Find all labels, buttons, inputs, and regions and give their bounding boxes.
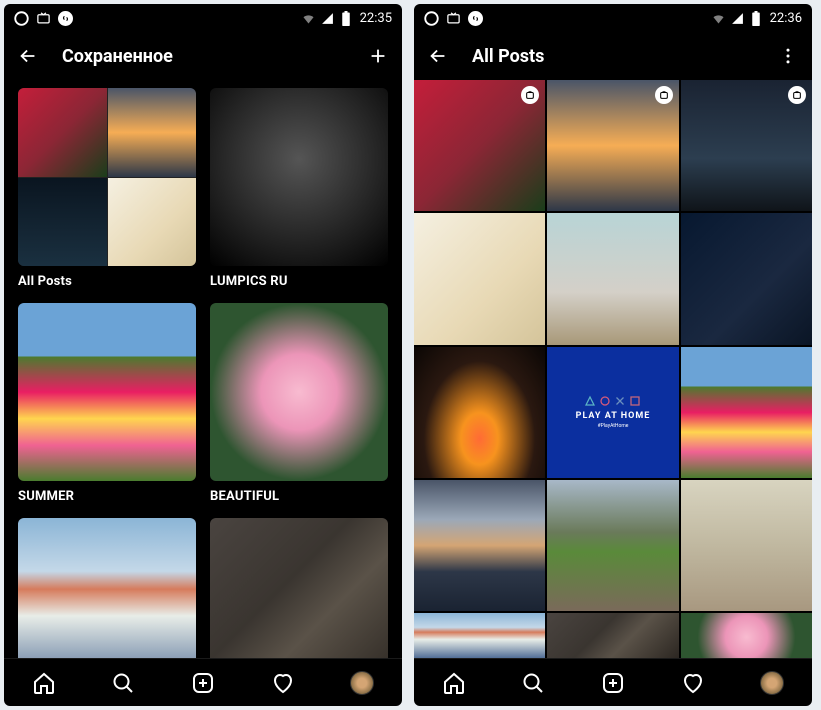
bottom-nav: [414, 658, 812, 706]
collection-summer[interactable]: SUMMER: [18, 303, 196, 504]
post-item[interactable]: [414, 347, 545, 478]
post-item[interactable]: [414, 80, 545, 211]
collection-label: LUMPICS RU: [210, 274, 388, 289]
igtv-icon: [521, 86, 539, 104]
wifi-icon: [301, 11, 316, 26]
collections-content: All Posts LUMPICS RU SUMMER BEAUTIFUL: [4, 80, 402, 658]
collection-thumb: [18, 88, 196, 266]
post-item[interactable]: [547, 80, 678, 211]
posts-grid: PLAY AT HOME #PlayAtHome: [414, 80, 812, 658]
collection-thumb: [210, 518, 388, 658]
status-time: 22:35: [360, 11, 392, 26]
post-item-playstation[interactable]: PLAY AT HOME #PlayAtHome: [547, 347, 678, 478]
post-item[interactable]: [681, 613, 812, 658]
nav-home[interactable]: [30, 669, 58, 697]
back-button[interactable]: [426, 44, 450, 68]
collection-beautiful[interactable]: BEAUTIFUL: [210, 303, 388, 504]
nav-add[interactable]: [189, 669, 217, 697]
status-bar: 22:36: [414, 4, 812, 32]
nav-activity[interactable]: [269, 669, 297, 697]
collection-thumb: [210, 303, 388, 481]
status-time: 22:36: [770, 11, 802, 26]
more-button[interactable]: [776, 44, 800, 68]
collection-thumb: [18, 518, 196, 658]
status-right: 22:36: [711, 11, 802, 26]
collection-thumb: [18, 303, 196, 481]
signal-icon: [730, 11, 745, 26]
status-right: 22:35: [301, 11, 392, 26]
post-item[interactable]: [681, 80, 812, 211]
ps-tag: #PlayAtHome: [598, 423, 629, 429]
posts-content: PLAY AT HOME #PlayAtHome: [414, 80, 812, 658]
back-button[interactable]: [16, 44, 40, 68]
collection-label: All Posts: [18, 274, 196, 289]
phone-left: 22:35 Сохраненное All Posts LUMPICS RU: [4, 4, 402, 706]
post-item[interactable]: [414, 480, 545, 611]
igtv-icon: [788, 86, 806, 104]
nav-profile[interactable]: [348, 669, 376, 697]
avatar-icon: [350, 671, 374, 695]
shazam-icon: [58, 11, 73, 26]
post-item[interactable]: [681, 213, 812, 344]
collection-lumpics[interactable]: LUMPICS RU: [210, 88, 388, 289]
nav-activity[interactable]: [679, 669, 707, 697]
nav-add[interactable]: [599, 669, 627, 697]
nav-profile[interactable]: [758, 669, 786, 697]
post-item[interactable]: [547, 613, 678, 658]
ps-shapes-icon: [584, 395, 641, 407]
post-item[interactable]: [414, 213, 545, 344]
post-item[interactable]: [547, 213, 678, 344]
collection-label: BEAUTIFUL: [210, 489, 388, 504]
tv-icon: [446, 11, 461, 26]
shazam-icon: [468, 11, 483, 26]
app-header: All Posts: [414, 32, 812, 80]
post-item[interactable]: [547, 480, 678, 611]
nav-search[interactable]: [519, 669, 547, 697]
status-left: [14, 11, 73, 26]
app-header: Сохраненное: [4, 32, 402, 80]
post-item[interactable]: [681, 347, 812, 478]
wifi-icon: [711, 11, 726, 26]
status-bar: 22:35: [4, 4, 402, 32]
page-title: Сохраненное: [62, 46, 366, 67]
battery-icon: [339, 11, 354, 26]
bottom-nav: [4, 658, 402, 706]
nav-search[interactable]: [109, 669, 137, 697]
phone-right: 22:36 All Posts PLAY AT HOME #: [414, 4, 812, 706]
ps-title: PLAY AT HOME: [576, 411, 651, 421]
tv-icon: [36, 11, 51, 26]
collection-label: SUMMER: [18, 489, 196, 504]
collections-grid: All Posts LUMPICS RU SUMMER BEAUTIFUL: [4, 80, 402, 658]
battery-icon: [749, 11, 764, 26]
nav-home[interactable]: [440, 669, 468, 697]
status-left: [424, 11, 483, 26]
avatar-icon: [760, 671, 784, 695]
igtv-icon: [655, 86, 673, 104]
add-button[interactable]: [366, 44, 390, 68]
collection-thumb: [210, 88, 388, 266]
collection-item[interactable]: [18, 518, 196, 658]
page-title: All Posts: [472, 46, 776, 67]
opera-icon: [14, 11, 29, 26]
signal-icon: [320, 11, 335, 26]
opera-icon: [424, 11, 439, 26]
collection-all-posts[interactable]: All Posts: [18, 88, 196, 289]
collection-item[interactable]: [210, 518, 388, 658]
post-item[interactable]: [681, 480, 812, 611]
post-item[interactable]: [414, 613, 545, 658]
